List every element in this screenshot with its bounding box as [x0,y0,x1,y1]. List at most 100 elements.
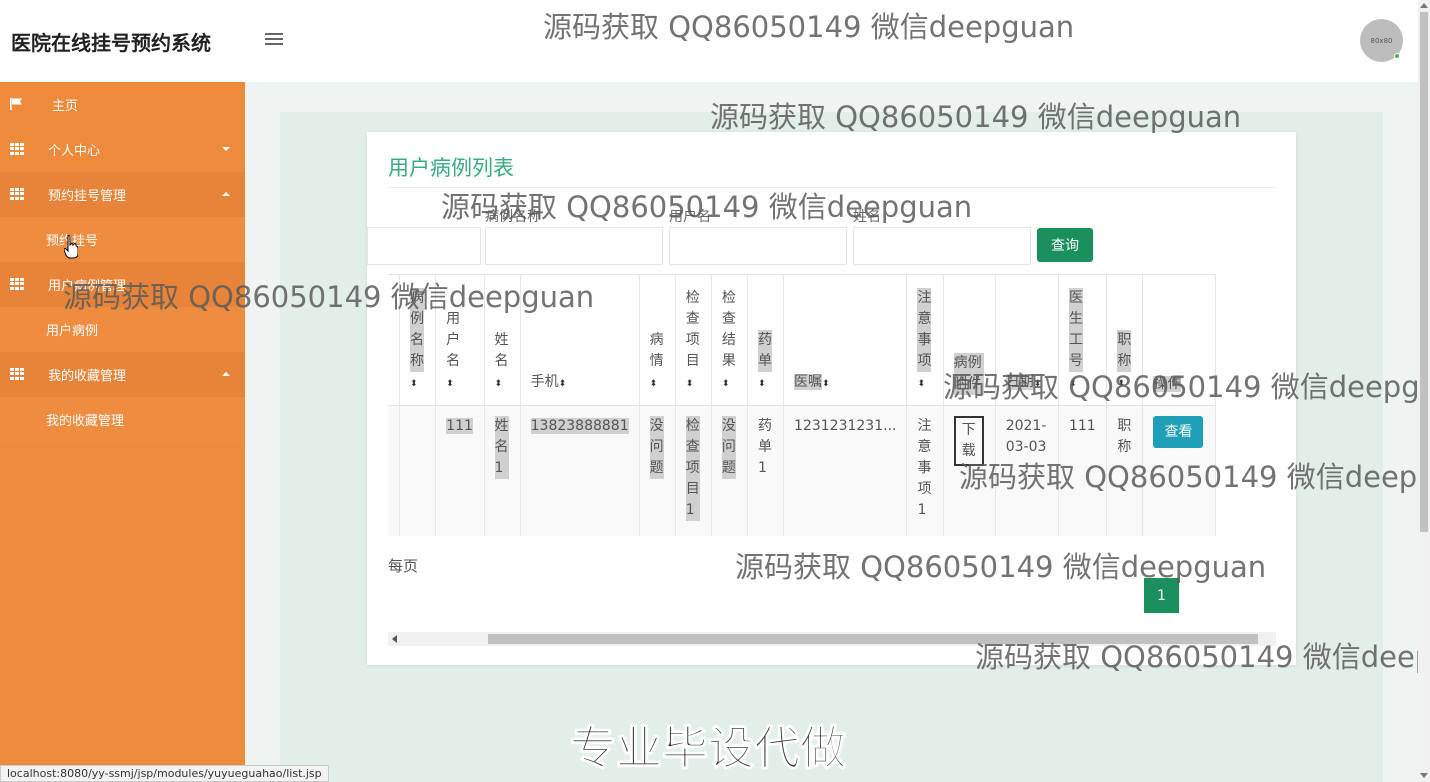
column-header-condition[interactable]: 病情 ⬍ [638,274,676,406]
cell-username: 111 [435,405,485,536]
column-header-check-result[interactable]: 检查结果 ⬍ [710,274,748,406]
cell-advice: 1231231231... [783,405,908,536]
download-button[interactable]: 下载 [953,416,984,466]
page-title: 用户病例列表 [388,156,514,180]
scrollbar-thumb[interactable] [488,634,1258,644]
column-header-title[interactable]: 职称 ⬍ [1106,274,1144,406]
cell-title: 职称 [1106,405,1144,536]
column-header-phone[interactable]: 手机⬍ [519,274,640,406]
sidebar-item-label: 用户病例 [46,324,99,339]
cell-notes: 注意事项1 [906,405,944,536]
cell-prescription: 药单1 [746,405,785,536]
hamburger-menu-icon[interactable] [262,30,286,50]
username-label: 用户名 [669,209,711,225]
view-button[interactable]: 查看 [1153,416,1204,448]
scroll-up-arrow-icon[interactable] [1420,3,1428,8]
sidebar-item-case-management[interactable]: 用户病例管理 [0,262,245,307]
cell-attachment: 下载 [942,405,996,536]
case-name-label: 病例名称 [485,209,541,225]
query-button[interactable]: 查询 [1037,228,1093,262]
column-header-advice[interactable]: 医嘱⬍ [783,274,908,406]
column-header-name[interactable]: 姓名 ⬍ [483,274,521,406]
sidebar-item-home[interactable]: 主页 [0,82,245,127]
scrollbar-thumb[interactable] [1420,12,1428,532]
sidebar-subitem-user-cases[interactable]: 用户病例 [0,307,245,352]
sidebar-item-appointment-management[interactable]: 预约挂号管理 [0,172,245,217]
sidebar-subitem-appointment[interactable]: 预约挂号 [0,217,245,262]
case-table: 号⬍ 病例名称⬍ 用户名⬍ 姓名⬍ 手机⬍ 病情⬍ 检查项目⬍ 检查结果⬍ 药单… [388,274,1216,536]
sidebar-subitem-favorites[interactable]: 我的收藏管理 [0,397,245,442]
sidebar-item-label: 主页 [52,99,79,114]
sidebar-item-label: 我的收藏管理 [48,369,127,384]
sort-icon: ⬍ [1117,379,1125,389]
sort-icon: ⬍ [494,379,503,389]
sort-icon: ⬍ [649,379,658,389]
sort-icon: ⬍ [410,379,418,389]
sort-icon: ⬍ [822,379,830,389]
flag-icon [10,98,23,110]
column-header-case-name[interactable]: 病例名称 ⬍ [399,274,437,406]
app-title: 医院在线挂号预约系统 [11,31,211,55]
column-header-doctor-id[interactable]: 医生工号 ⬍ [1057,274,1108,406]
column-header-actions: 操作 [1142,274,1216,406]
scroll-down-arrow-icon[interactable] [1420,773,1428,778]
per-page-label: 每页 [388,557,419,575]
cell-case-name [399,405,437,536]
cell-doctor-id: 111 [1057,405,1108,536]
username-input[interactable] [669,227,847,265]
sidebar-item-favorites-management[interactable]: 我的收藏管理 [0,352,245,397]
name-label: 姓名 [853,209,881,225]
sort-icon: ⬍ [558,379,567,389]
avatar-text: 80x80 [1370,36,1393,45]
column-header-prescription[interactable]: 药单 ⬍ [746,274,785,406]
status-bar-url: localhost:8080/yy-ssmj/jsp/modules/yuyue… [0,765,329,782]
sidebar-item-personal-center[interactable]: 个人中心 [0,127,245,172]
pagination-page-1[interactable]: 1 [1144,578,1179,613]
column-header-id[interactable]: 号⬍ [388,274,401,406]
name-input[interactable] [853,227,1031,265]
chevron-up-icon [222,372,230,376]
grid-icon [10,143,24,155]
promo-banner: 专业毕设代做 [570,721,847,776]
online-status-dot [1394,53,1400,59]
scroll-left-arrow-icon[interactable] [392,635,397,643]
cell-check-items: 检查项目1 [674,405,712,536]
table-header-row: 号⬍ 病例名称⬍ 用户名⬍ 姓名⬍ 手机⬍ 病情⬍ 检查项目⬍ 检查结果⬍ 药单… [388,274,1216,406]
sort-icon: ⬍ [757,379,766,389]
cell-condition: 没问题 [638,405,676,536]
sort-icon: ⬍ [446,379,454,389]
column-header-attachment[interactable]: 病例附件 [942,274,996,406]
divider [388,187,1276,188]
column-header-username[interactable]: 用户名 ⬍ [435,274,485,406]
hand-cursor-icon [64,235,78,259]
vertical-scrollbar[interactable] [1418,0,1430,782]
cell-id: 4219 [388,405,401,536]
grid-icon [10,188,24,200]
avatar[interactable]: 80x80 [1360,19,1403,62]
case-list-card: 用户病例列表 病例名称 用户名 姓名 查询 号⬍ 病例名称⬍ 用户名⬍ 姓名⬍ … [367,132,1296,665]
cell-name: 姓名1 [483,405,521,536]
case-table-viewport: 号⬍ 病例名称⬍ 用户名⬍ 姓名⬍ 手机⬍ 病情⬍ 检查项目⬍ 检查结果⬍ 药单… [388,274,1276,536]
table-row: 4219 111 姓名1 13823888881 没问题 检查项目1 没问题 药… [388,405,1216,536]
sidebar-item-label: 我的收藏管理 [46,414,125,429]
cell-phone: 13823888881 [519,405,640,536]
cell-check-result: 没问题 [710,405,748,536]
case-name-input[interactable] [485,227,663,265]
id-filter-input[interactable] [367,227,481,265]
chevron-up-icon [222,192,230,196]
sort-icon: ⬍ [1033,379,1042,389]
grid-icon [10,368,24,380]
column-header-date[interactable]: 日期⬍ [994,274,1059,406]
sort-icon: ⬍ [721,379,730,389]
cell-actions: 查看 [1142,405,1216,536]
cell-date: 2021-03-03 [994,405,1059,536]
horizontal-scrollbar[interactable] [388,632,1276,646]
grid-icon [10,278,24,290]
sort-icon: ⬍ [1068,379,1077,389]
sort-icon: ⬍ [685,379,694,389]
column-header-notes[interactable]: 注意事项 ⬍ [906,274,944,406]
chevron-down-icon [222,147,230,151]
sidebar-item-label: 个人中心 [48,144,101,159]
column-header-check-items[interactable]: 检查项目 ⬍ [674,274,712,406]
top-header: 医院在线挂号预约系统 80x80 [0,0,1418,82]
